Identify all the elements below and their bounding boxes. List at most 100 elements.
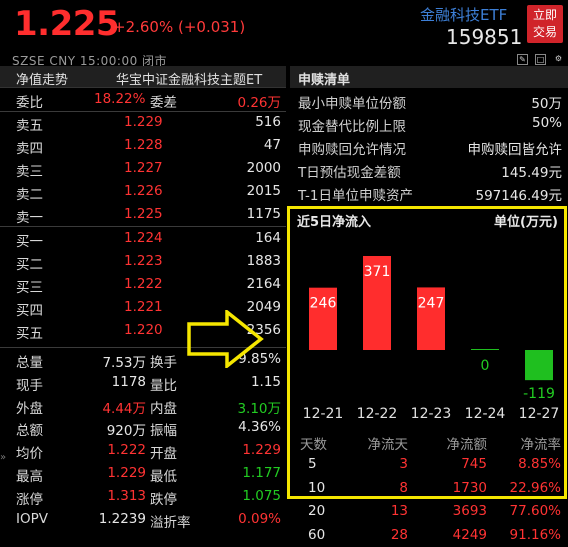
x-tick-label: 12-24 [465,406,506,422]
stat-row: 涨停 1.313 跌停 1.075 [0,486,286,508]
asks-row[interactable]: 卖四 1.228 47 [0,135,286,157]
bids-row[interactable]: 买一 1.224 164 [0,228,286,250]
trade-button-line1: 立即 [532,8,557,22]
bids-volume: 164 [255,230,281,246]
flow-table-cell: 1730 [452,479,487,496]
asks-row[interactable]: 卖三 1.227 2000 [0,158,286,180]
bids-volume: 1883 [246,253,281,269]
flow-table-cell: 60 [308,526,326,543]
bar-12-27 [525,350,553,381]
subscription-label: 申购赎回允许情况 [298,142,406,158]
asks-row[interactable]: 卖五 1.229 516 [0,112,286,134]
stat-row: 外盘 4.44万 内盘 3.10万 [0,395,286,417]
stat-label: 现手 [16,377,43,394]
stat-row: 现手 1178 量比 1.15 [0,372,286,394]
stat-value: 3.10万 [237,400,281,417]
asks-price: 1.228 [124,137,163,153]
subscription-value: 597146.49元 [475,188,562,204]
flow-table-header-cell: 净流率 [520,437,562,453]
flow-table-cell: 22.96% [509,479,561,496]
stat-value: 1.229 [107,465,146,481]
bids-label: 买一 [16,234,43,250]
subscription-value: 50% [531,115,562,131]
collapse-left-icon[interactable]: » [0,452,6,463]
edit-icon[interactable]: ✎ [517,54,528,65]
stat-label: 外盘 [16,400,43,417]
stat-value: 7.53万 [102,355,146,371]
asks-label: 卖一 [16,210,43,226]
stat-label: 总额 [16,423,43,440]
subscription-label: T日预估现金差额 [298,165,401,181]
asks-price: 1.227 [124,160,163,176]
stat-row: 均价 1.222 开盘 1.229 [0,440,286,462]
flow-table-cell: 28 [390,526,408,543]
stat-value: 1.222 [107,442,146,459]
subscription-label: T-1日单位申赎资产 [298,188,413,204]
stat-value: 1.2239 [98,510,146,527]
divider [0,226,286,227]
x-tick-label: 12-27 [519,406,560,422]
bids-price: 1.224 [124,230,163,246]
stat-label: 跌停 [150,491,177,508]
flow-table-row: 20 13 3693 77.60% [290,501,565,523]
window-icon[interactable]: □ [535,54,546,65]
fund-code: 159851 [446,25,523,49]
flow-table-cell: 3693 [452,503,487,519]
stat-label: 开盘 [150,446,177,463]
bids-row[interactable]: 买三 1.222 2164 [0,274,286,296]
flow-table-cell: 20 [308,503,326,519]
stat-label: 内盘 [150,400,177,417]
flow-table-cell: 4249 [452,526,487,543]
settings-icon[interactable]: ⚙ [553,54,564,65]
asks-row[interactable]: 卖一 1.225 1175 [0,204,286,226]
bids-price: 1.220 [124,322,163,338]
stat-row: IOPV 1.2239 溢折率 0.09% [0,509,286,531]
net-inflow-chart: 246 12-21 371 12-22 247 12-23 0 12-24 -119 12-27 [303,256,560,422]
stat-label: IOPV [16,510,48,527]
subscription-row: 最小申赎单位份额 50万 [290,89,568,112]
highlight-arrow-icon [187,310,264,368]
asks-volume: 2000 [246,160,281,176]
asks-volume: 2015 [246,183,281,199]
flow-table-cell: 5 [308,456,317,472]
asks-row[interactable]: 卖二 1.226 2015 [0,181,286,203]
stat-value: 1.15 [250,373,281,390]
subscription-value: 50万 [531,96,562,112]
flow-table-cell: 91.16% [509,526,561,543]
fund-name[interactable]: 金融科技ETF [420,4,507,25]
stat-label: 最低 [150,469,177,485]
bar-value-label: 0 [481,358,490,374]
flow-table-cell: 745 [461,456,487,472]
subscription-label: 现金替代比例上限 [298,119,406,135]
trade-button-line2: 交易 [532,25,557,39]
bids-label: 买五 [16,326,43,342]
flow-table-row: 60 28 4249 91.16% [290,525,565,547]
asks-label: 卖二 [16,187,43,203]
stat-value: 1.075 [242,487,281,504]
weibi-label: 委比 [16,95,43,111]
order-book-panel: 净值走势 华宝中证金融科技主题ET 委比 18.22% 委差 0.26万 卖五 1… [0,66,286,547]
bids-volume: 2164 [246,276,281,292]
tab-nav-trend[interactable]: 净值走势 [16,69,68,88]
stat-value: 1.313 [107,487,146,504]
subscription-header: 申赎清单 [290,66,568,88]
stat-label: 换手 [150,355,177,371]
asks-price: 1.226 [124,183,163,199]
subscription-row: 现金替代比例上限 50% [290,112,568,135]
stat-label: 总量 [16,355,43,371]
x-tick-label: 12-21 [303,406,344,422]
stat-value: 4.36% [238,419,281,436]
trade-now-button[interactable]: 立即 交易 [527,5,563,43]
stat-value: 4.44万 [102,400,146,417]
bids-label: 买二 [16,257,43,273]
asks-label: 卖四 [16,141,43,157]
bids-price: 1.223 [124,253,163,269]
flow-table-cell: 10 [308,479,326,496]
bids-row[interactable]: 买二 1.223 1883 [0,251,286,273]
asks-price: 1.225 [124,206,163,222]
bids-label: 买三 [16,280,43,296]
stat-row: 最高 1.229 最低 1.177 [0,463,286,485]
asks-price: 1.229 [124,114,163,130]
subscription-row: T日预估现金差额 145.49元 [290,158,568,181]
subscription-row: 申购赎回允许情况 申购赎回皆允许 [290,135,568,158]
